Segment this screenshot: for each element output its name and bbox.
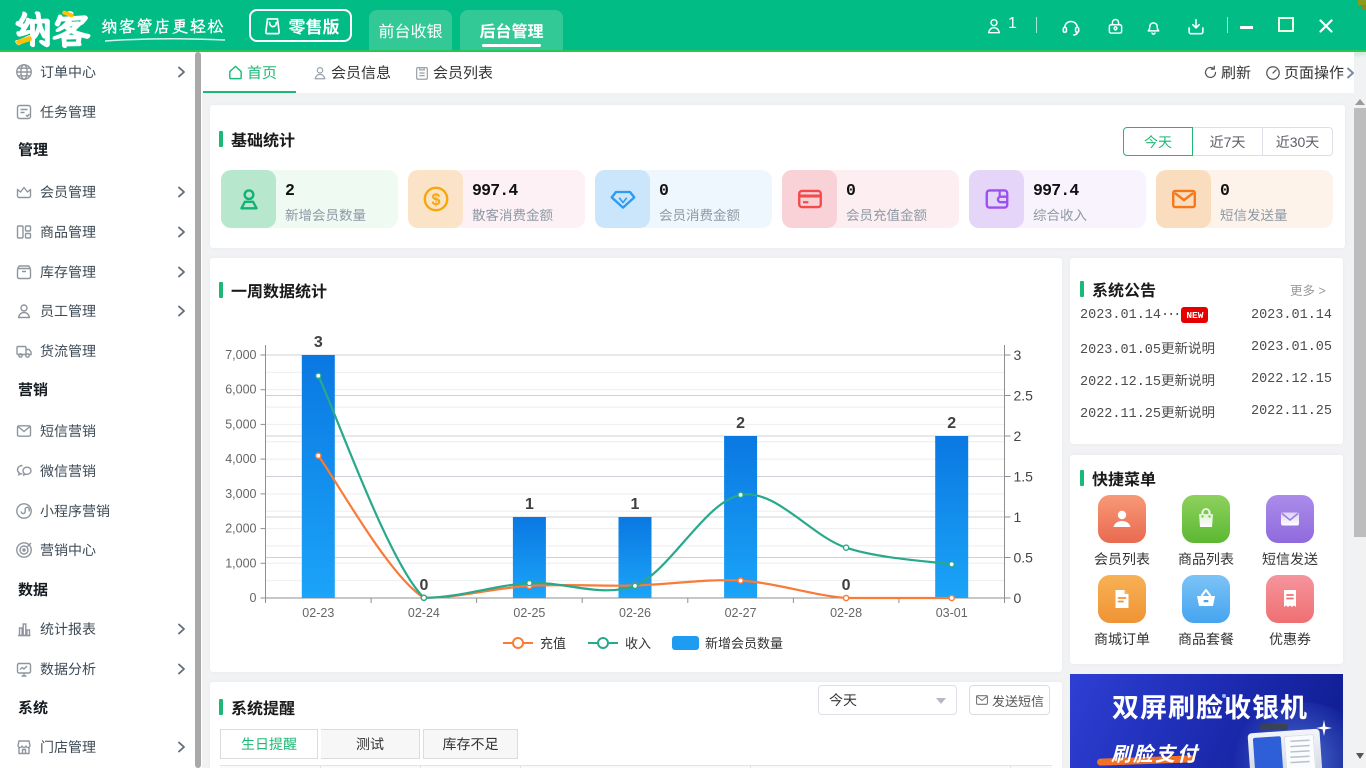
svg-text:02-28: 02-28 bbox=[830, 606, 862, 620]
svg-text:2,000: 2,000 bbox=[225, 522, 256, 536]
svg-text:02-24: 02-24 bbox=[408, 606, 440, 620]
svg-text:3,000: 3,000 bbox=[225, 487, 256, 501]
svg-text:02-27: 02-27 bbox=[725, 606, 757, 620]
svg-text:3: 3 bbox=[1014, 347, 1022, 363]
svg-text:0: 0 bbox=[1014, 590, 1022, 606]
svg-text:$: $ bbox=[431, 191, 440, 209]
svg-text:7,000: 7,000 bbox=[225, 348, 256, 362]
svg-text:1: 1 bbox=[1014, 509, 1022, 525]
svg-text:充值: 充值 bbox=[540, 636, 566, 651]
svg-text:新增会员数量: 新增会员数量 bbox=[705, 636, 783, 651]
svg-text:02-23: 02-23 bbox=[302, 606, 334, 620]
svg-text:6,000: 6,000 bbox=[225, 383, 256, 397]
svg-text:2: 2 bbox=[736, 415, 745, 432]
svg-text:0: 0 bbox=[419, 577, 428, 594]
svg-text:2.5: 2.5 bbox=[1014, 388, 1034, 404]
svg-text:收入: 收入 bbox=[625, 636, 651, 651]
svg-text:1: 1 bbox=[525, 496, 534, 513]
svg-text:4,000: 4,000 bbox=[225, 452, 256, 466]
svg-text:1,000: 1,000 bbox=[225, 556, 256, 570]
svg-text:02-25: 02-25 bbox=[513, 606, 545, 620]
svg-text:1: 1 bbox=[631, 496, 640, 513]
svg-text:2: 2 bbox=[947, 415, 956, 432]
svg-text:02-26: 02-26 bbox=[619, 606, 651, 620]
svg-text:5,000: 5,000 bbox=[225, 417, 256, 431]
svg-text:3: 3 bbox=[314, 334, 323, 351]
svg-text:0.5: 0.5 bbox=[1014, 550, 1034, 566]
svg-text:2: 2 bbox=[1014, 428, 1022, 444]
svg-text:1.5: 1.5 bbox=[1014, 469, 1034, 485]
svg-text:0: 0 bbox=[250, 591, 257, 605]
svg-text:0: 0 bbox=[842, 577, 851, 594]
svg-text:03-01: 03-01 bbox=[936, 606, 968, 620]
